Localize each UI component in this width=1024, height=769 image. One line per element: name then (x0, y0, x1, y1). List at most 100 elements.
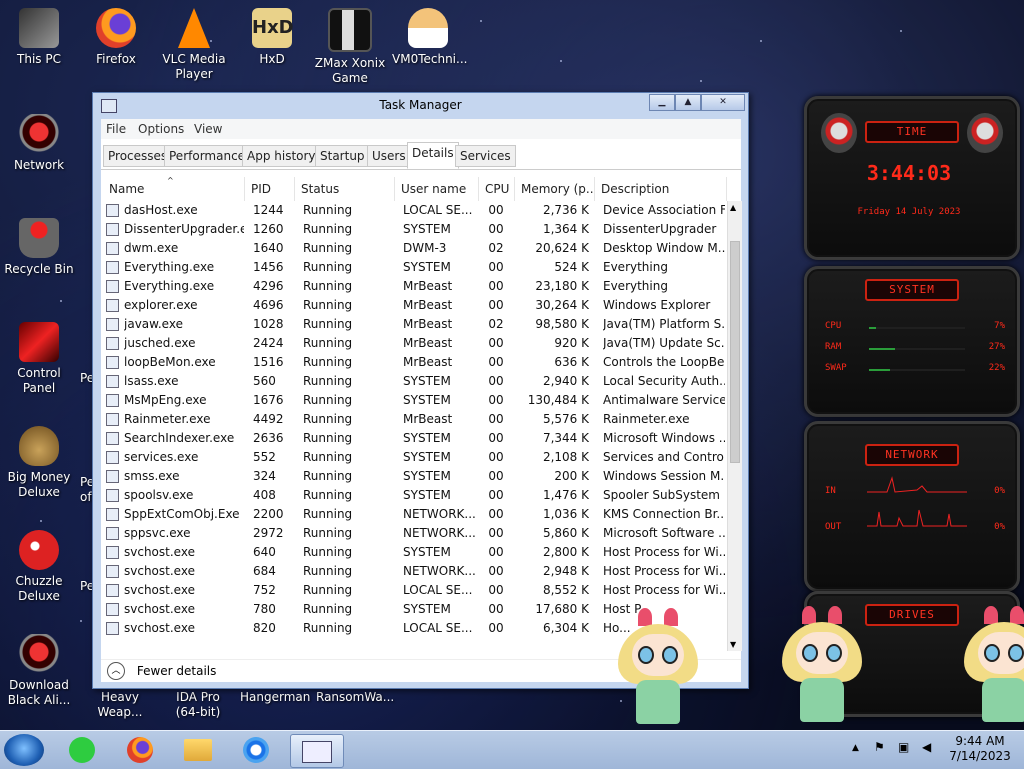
desktop-icon-firefox[interactable]: Firefox (80, 8, 152, 67)
desktop-icon-control-panel[interactable]: Control Panel (3, 322, 75, 396)
desktop-icon-download-black-alien[interactable]: Download Black Ali... (3, 634, 75, 708)
volume-icon[interactable]: ◀ (922, 740, 931, 754)
cell-name: jusched.exe (124, 336, 196, 350)
net-out-label: OUT (825, 522, 842, 532)
table-row[interactable]: javaw.exe 1028 Running MrBeast 02 98,580 K Jav… (101, 315, 729, 334)
cell-description: Antimalware Service... (603, 393, 725, 407)
tab-users[interactable]: Users (367, 145, 411, 167)
cell-description: Microsoft Windows ... (603, 431, 725, 445)
table-row[interactable]: SearchIndexer.exe 2636 Running SYSTEM 00 7,34… (101, 429, 729, 448)
clock-time: 9:44 AM (955, 734, 1005, 748)
minimize-button[interactable]: ▁ (649, 94, 675, 111)
cell-memory: 20,624 K (535, 241, 589, 255)
column-header-memory[interactable]: Memory (p... (515, 177, 595, 201)
partial-label: of (80, 490, 92, 504)
table-row[interactable]: dasHost.exe 1244 Running LOCAL SE... 00 2,736… (101, 201, 729, 220)
face (796, 632, 848, 674)
table-row[interactable]: dwm.exe 1640 Running DWM-3 02 20,624 K Desktop… (101, 239, 729, 258)
fewer-details-button[interactable]: ︿ Fewer details (107, 662, 216, 680)
table-row[interactable]: explorer.exe 4696 Running MrBeast 00 30,264 K… (101, 296, 729, 315)
process-icon (106, 565, 119, 578)
table-row[interactable]: lsass.exe 560 Running SYSTEM 00 2,940 K Local … (101, 372, 729, 391)
cpu-value: 7% (994, 321, 1005, 331)
desktop-icon-label: ZMax Xonix Game (314, 56, 386, 85)
network-tray-icon[interactable]: ▣ (898, 740, 909, 754)
table-row[interactable]: Everything.exe 4296 Running MrBeast 00 23,180… (101, 277, 729, 296)
column-header-cpu[interactable]: CPU (479, 177, 515, 201)
desktop-icon-label: Network (13, 158, 65, 172)
close-button[interactable]: ✕ (701, 94, 745, 111)
desktop-icon-big-money[interactable]: Big Money Deluxe (3, 426, 75, 500)
table-row[interactable]: loopBeMon.exe 1516 Running MrBeast 00 636 K Co… (101, 353, 729, 372)
menu-view[interactable]: View (194, 122, 222, 136)
maximize-button[interactable]: ▲ (675, 94, 701, 111)
system-clock[interactable]: 9:44 AM 7/14/2023 (948, 734, 1012, 764)
cpu-meter-fill (869, 327, 876, 329)
tab-services[interactable]: Services (455, 145, 516, 167)
flag-icon[interactable]: ⚑ (874, 740, 885, 754)
column-header-name[interactable]: Name ^ (101, 177, 245, 201)
folder-icon (184, 739, 212, 761)
table-row[interactable]: DissenterUpgrader.exe 1260 Running SYSTEM 00… (101, 220, 729, 239)
scroll-down-arrow-icon[interactable]: ▼ (730, 640, 736, 649)
face (978, 632, 1024, 674)
table-row[interactable]: services.exe 552 Running SYSTEM 00 2,108 K Ser… (101, 448, 729, 467)
desktop-icon-recycle-bin[interactable]: Recycle Bin (3, 218, 75, 277)
cell-cpu: 02 (488, 317, 504, 331)
desktop-icon-label: Control Panel (17, 366, 61, 395)
column-header-description[interactable]: Description (595, 177, 727, 201)
cell-status: Running (303, 583, 353, 597)
cell-pid: 552 (253, 450, 276, 464)
column-header-status[interactable]: Status (295, 177, 395, 201)
cell-description: Services and Control... (603, 450, 725, 464)
tab-processes[interactable]: Processes (103, 145, 173, 167)
desktop-icon-label: Chuzzle Deluxe (15, 574, 63, 603)
table-row[interactable]: Everything.exe 1456 Running SYSTEM 00 524 K Ev… (101, 258, 729, 277)
cell-cpu: 00 (488, 203, 504, 217)
desktop-icon-network[interactable]: Network (3, 114, 75, 173)
tab-startup[interactable]: Startup (315, 145, 370, 167)
vertical-scrollbar[interactable]: ▲ ▼ (727, 201, 742, 651)
menu-file[interactable]: File (106, 122, 126, 136)
taskbar-task-manager[interactable] (290, 734, 344, 768)
table-row[interactable]: smss.exe 324 Running SYSTEM 00 200 K Windows S… (101, 467, 729, 486)
taskbar-file-explorer[interactable] (176, 734, 220, 766)
start-button[interactable] (4, 734, 44, 766)
notes-icon (69, 737, 95, 763)
process-icon (106, 470, 119, 483)
table-row[interactable]: MsMpEng.exe 1676 Running SYSTEM 00 130,484 K A… (101, 391, 729, 410)
desktop-icon-this-pc[interactable]: This PC (3, 8, 75, 67)
scroll-up-arrow-icon[interactable]: ▲ (730, 203, 736, 212)
cell-memory: 17,680 K (535, 602, 589, 616)
desktop-icon-vlc[interactable]: VLC Media Player (158, 8, 230, 82)
desktop-icon-vm0[interactable]: VM0Techni... (392, 8, 467, 67)
menu-options[interactable]: Options (138, 122, 184, 136)
taskbar-notes-app[interactable] (60, 734, 104, 766)
table-row[interactable]: sppsvc.exe 2972 Running NETWORK... 00 5,860 K… (101, 524, 729, 543)
taskbar-firefox[interactable] (118, 734, 162, 766)
desktop-icon-zmax[interactable]: ZMax Xonix Game (314, 8, 386, 86)
desktop-icon-chuzzle[interactable]: Chuzzle Deluxe (3, 530, 75, 604)
task-manager-window[interactable]: Task Manager ▁ ▲ ✕ File Options View Pro… (92, 92, 749, 689)
table-row[interactable]: svchost.exe 752 Running LOCAL SE... 00 8,552 … (101, 581, 729, 600)
cell-pid: 408 (253, 488, 276, 502)
net-in-value: 0% (994, 486, 1005, 496)
show-hidden-icons-icon[interactable]: ▲ (852, 743, 859, 753)
scrollbar-thumb[interactable] (730, 241, 740, 463)
table-row[interactable]: jusched.exe 2424 Running MrBeast 00 920 K Java… (101, 334, 729, 353)
tab-app-history[interactable]: App history (242, 145, 321, 167)
table-row[interactable]: Rainmeter.exe 4492 Running MrBeast 00 5,576 K… (101, 410, 729, 429)
title-bar[interactable]: Task Manager ▁ ▲ ✕ (93, 93, 748, 119)
column-header-pid[interactable]: PID (245, 177, 295, 201)
table-row[interactable]: SppExtComObj.Exe 2200 Running NETWORK... 00 1… (101, 505, 729, 524)
column-header-user-name[interactable]: User name (395, 177, 479, 201)
cell-pid: 820 (253, 621, 276, 635)
cell-status: Running (303, 241, 353, 255)
table-row[interactable]: svchost.exe 640 Running SYSTEM 00 2,800 K Host… (101, 543, 729, 562)
desktop-icon-hxd[interactable]: HxD HxD (236, 8, 308, 67)
table-row[interactable]: svchost.exe 684 Running NETWORK... 00 2,948 K… (101, 562, 729, 581)
tab-details[interactable]: Details (407, 142, 459, 169)
tab-performance[interactable]: Performance (164, 145, 251, 167)
table-row[interactable]: spoolsv.exe 408 Running SYSTEM 00 1,476 K Spoo… (101, 486, 729, 505)
taskbar-chrome[interactable] (234, 734, 278, 766)
